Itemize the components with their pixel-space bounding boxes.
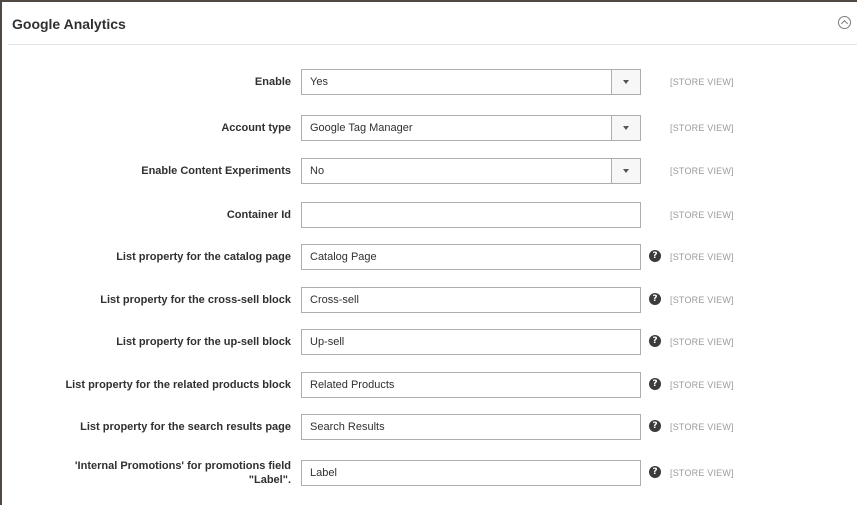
content-experiments-select[interactable]: No xyxy=(301,158,641,184)
enable-label: Enable xyxy=(254,76,291,88)
internal-promotions-label: 'Internal Promotions' for promotions fie… xyxy=(21,459,291,487)
content-experiments-value: No xyxy=(310,165,325,177)
help-icon[interactable]: ? xyxy=(649,420,661,432)
scope-label: [STORE VIEW] xyxy=(670,123,734,133)
related-products-label: List property for the related products b… xyxy=(65,379,291,391)
section-header[interactable]: Google Analytics xyxy=(12,14,851,42)
internal-promotions-label-line1: 'Internal Promotions' for promotions fie… xyxy=(74,460,291,472)
scope-label: [STORE VIEW] xyxy=(670,295,734,305)
scope-label: [STORE VIEW] xyxy=(670,380,734,390)
help-icon[interactable]: ? xyxy=(649,335,661,347)
scope-label: [STORE VIEW] xyxy=(670,77,734,87)
scope-label: [STORE VIEW] xyxy=(670,210,734,220)
related-products-input[interactable]: Related Products xyxy=(301,372,641,398)
scope-label: [STORE VIEW] xyxy=(670,166,734,176)
enable-select[interactable]: Yes xyxy=(301,69,641,95)
collapse-icon[interactable] xyxy=(838,16,851,29)
help-icon[interactable]: ? xyxy=(649,466,661,478)
chevron-down-icon[interactable] xyxy=(611,70,640,94)
container-id-input[interactable] xyxy=(301,202,641,228)
scope-label: [STORE VIEW] xyxy=(670,337,734,347)
help-icon[interactable]: ? xyxy=(649,250,661,262)
section-title: Google Analytics xyxy=(12,16,126,32)
chevron-down-icon[interactable] xyxy=(611,116,640,140)
catalog-page-label: List property for the catalog page xyxy=(116,251,291,263)
container-id-label: Container Id xyxy=(226,209,291,221)
account-type-label: Account type xyxy=(221,122,291,134)
scope-label: [STORE VIEW] xyxy=(670,252,734,262)
search-results-label: List property for the search results pag… xyxy=(80,421,291,433)
search-results-input[interactable]: Search Results xyxy=(301,414,641,440)
internal-promotions-label-line2: "Label". xyxy=(248,474,291,486)
account-type-value: Google Tag Manager xyxy=(310,122,413,134)
scope-label: [STORE VIEW] xyxy=(670,422,734,432)
google-analytics-panel: Google Analytics Enable Yes [STORE VIEW]… xyxy=(0,0,857,505)
account-type-select[interactable]: Google Tag Manager xyxy=(301,115,641,141)
internal-promotions-input[interactable]: Label xyxy=(301,460,641,486)
chevron-down-icon[interactable] xyxy=(611,159,640,183)
cross-sell-input[interactable]: Cross-sell xyxy=(301,287,641,313)
help-icon[interactable]: ? xyxy=(649,293,661,305)
cross-sell-label: List property for the cross-sell block xyxy=(100,294,291,306)
header-divider xyxy=(8,44,857,45)
content-experiments-label: Enable Content Experiments xyxy=(141,165,291,177)
scope-label: [STORE VIEW] xyxy=(670,468,734,478)
up-sell-label: List property for the up-sell block xyxy=(116,336,291,348)
help-icon[interactable]: ? xyxy=(649,378,661,390)
catalog-page-input[interactable]: Catalog Page xyxy=(301,244,641,270)
up-sell-input[interactable]: Up-sell xyxy=(301,329,641,355)
enable-value: Yes xyxy=(310,76,328,88)
